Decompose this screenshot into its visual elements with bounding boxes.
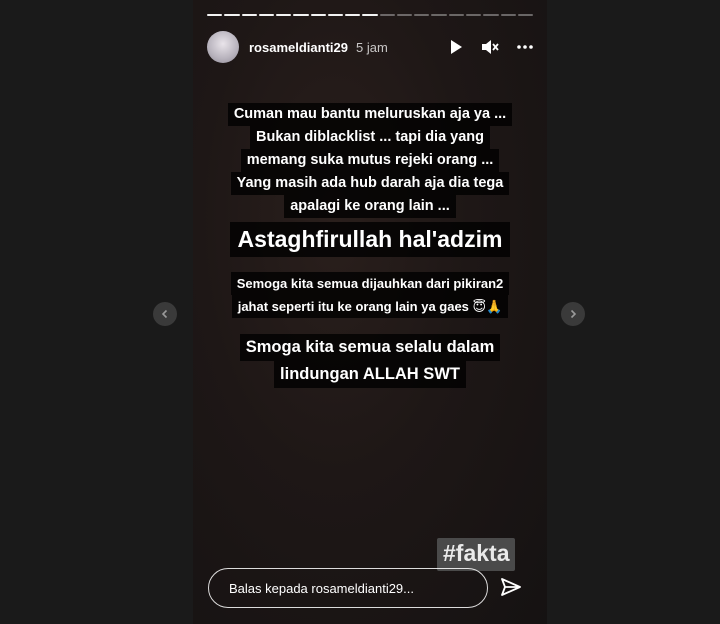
progress-segment xyxy=(258,14,275,16)
progress-segment xyxy=(448,14,464,16)
story-text-block-3: Semoga kita semua dijauhkan dari pikiran… xyxy=(193,272,547,318)
progress-segment xyxy=(500,14,516,16)
progress-segment xyxy=(483,14,499,16)
play-icon xyxy=(451,40,462,54)
story-text-line: Bukan diblacklist ... tapi dia yang xyxy=(249,126,491,149)
progress-segment xyxy=(517,14,534,16)
story-text-line: Semoga kita semua dijauhkan dari pikiran… xyxy=(230,272,510,295)
progress-segment xyxy=(431,14,447,16)
username[interactable]: rosameldianti29 xyxy=(249,40,348,55)
send-button[interactable] xyxy=(500,576,522,603)
story-text-line: memang suka mutus rejeki orang ... xyxy=(240,149,500,172)
story-viewer[interactable]: rosameldianti29 5 jam Cuman mau bantu me… xyxy=(193,0,547,624)
next-story-button[interactable] xyxy=(561,302,585,326)
story-text-line: jahat seperti itu ke orang lain ya gaes … xyxy=(231,295,509,318)
story-text-block-4: Smoga kita semua selalu dalam lindungan … xyxy=(193,334,547,388)
chevron-left-icon xyxy=(161,309,168,319)
story-text-line: Yang masih ada hub darah aja dia tega xyxy=(230,172,510,195)
avatar[interactable] xyxy=(207,31,239,63)
story-text-line: Smoga kita semua selalu dalam xyxy=(239,334,501,361)
send-icon xyxy=(501,578,521,596)
previous-story-button[interactable] xyxy=(153,302,177,326)
progress-segment xyxy=(276,14,292,16)
more-options-button[interactable] xyxy=(517,45,533,49)
progress-segment xyxy=(310,14,326,16)
progress-segment xyxy=(207,14,223,16)
progress-segment xyxy=(396,14,413,16)
story-text-line: Cuman mau bantu meluruskan aja ya ... xyxy=(227,103,513,126)
reply-input[interactable]: Balas kepada rosameldianti29... xyxy=(208,568,488,608)
play-button[interactable] xyxy=(449,39,463,55)
progress-segment xyxy=(345,14,361,16)
progress-segment xyxy=(362,14,378,16)
story-progress-bar xyxy=(207,14,534,17)
progress-segment xyxy=(465,14,482,16)
chevron-right-icon xyxy=(570,309,577,319)
story-text-line: apalagi ke orang lain ... xyxy=(284,195,456,218)
story-header: rosameldianti29 5 jam xyxy=(207,30,533,64)
reply-placeholder: Balas kepada rosameldianti29... xyxy=(229,580,415,596)
story-headline: Astaghfirullah hal'adzim xyxy=(229,222,511,257)
mute-icon xyxy=(482,40,499,54)
post-time: 5 jam xyxy=(356,39,388,55)
progress-segment xyxy=(224,14,240,16)
progress-segment xyxy=(379,14,395,16)
story-text-block-1: Cuman mau bantu meluruskan aja ya ... Bu… xyxy=(193,103,547,218)
progress-segment xyxy=(241,14,257,16)
mute-button[interactable] xyxy=(481,39,499,55)
progress-segment xyxy=(293,14,309,16)
story-text-line: lindungan ALLAH SWT xyxy=(274,361,466,388)
story-text-block-2: Astaghfirullah hal'adzim xyxy=(193,222,547,257)
progress-segment xyxy=(414,14,430,16)
hashtag-sticker[interactable]: #fakta xyxy=(437,538,516,571)
progress-segment xyxy=(327,14,344,16)
more-icon xyxy=(517,45,533,49)
